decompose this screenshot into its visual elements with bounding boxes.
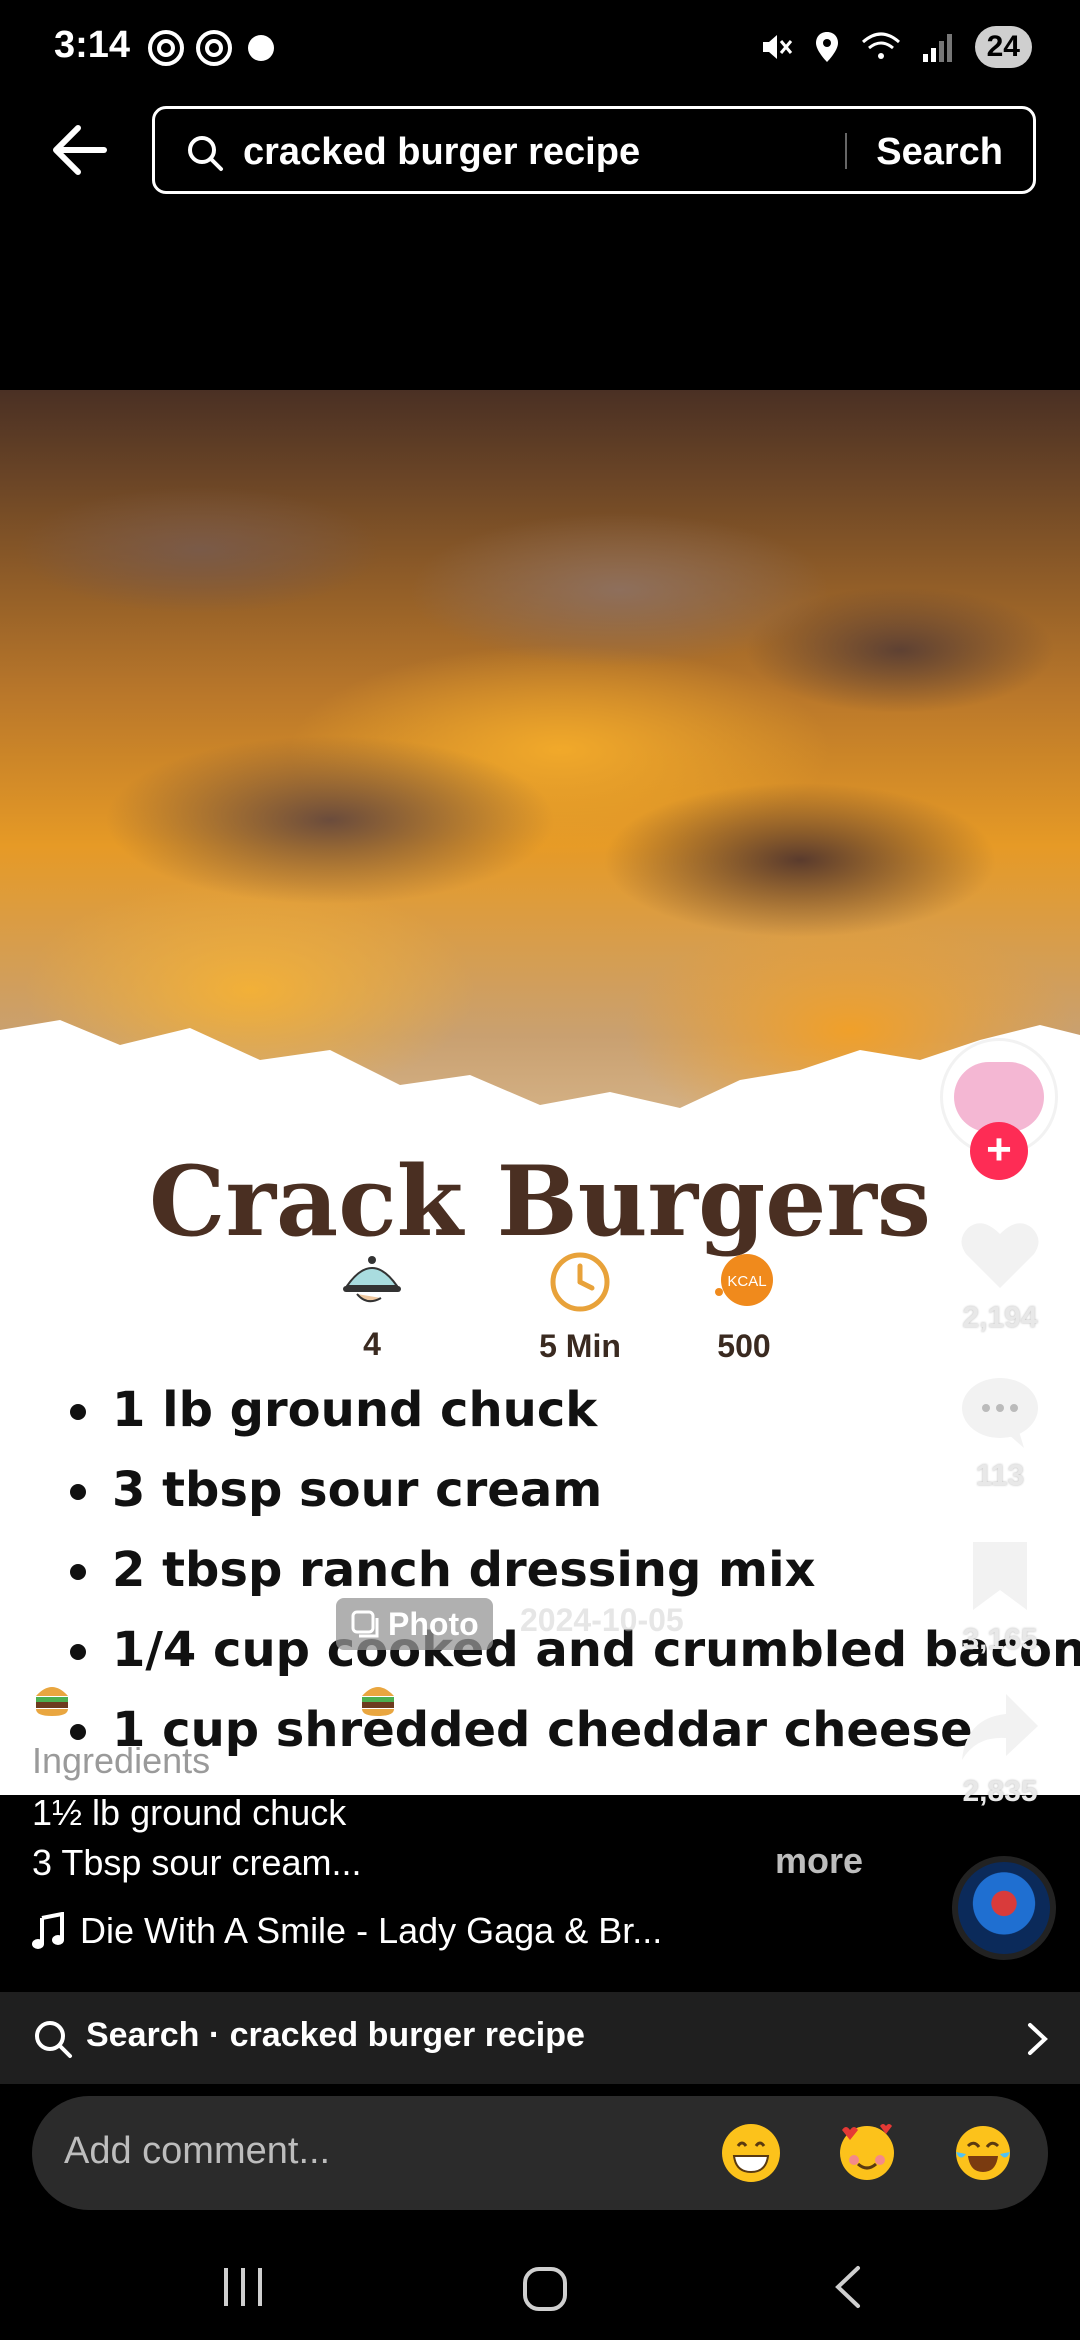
share-arrow-icon [962, 1694, 1038, 1760]
clock-icon [550, 1252, 610, 1312]
share-count: 2,835 [962, 1775, 1038, 1808]
search-input[interactable]: cracked burger recipe [243, 131, 640, 174]
music-title: Die With A Smile - Lady Gaga & Br... [80, 1910, 663, 1951]
search-icon [188, 136, 223, 171]
comment-button[interactable]: 113 [950, 1374, 1050, 1493]
caption-more-link[interactable]: more [775, 1840, 863, 1882]
time-value: 5 Min [539, 1328, 621, 1364]
signal-icon [922, 34, 952, 62]
related-search-bar[interactable]: Search · cracked burger recipe [0, 1992, 1080, 2084]
servings-stat: 4 [322, 1250, 422, 1363]
status-bar: 3:14 24 [0, 0, 1080, 100]
chevron-right-icon [1028, 2023, 1048, 2055]
recent-apps-icon[interactable] [220, 2266, 266, 2308]
post-date: 2024-10-05 [520, 1602, 684, 1638]
status-time: 3:14 [54, 24, 131, 66]
wifi-icon [861, 32, 900, 59]
search-icon [35, 2021, 72, 2058]
music-row[interactable]: Die With A Smile - Lady Gaga & Br... [32, 1910, 662, 1952]
cloche-icon [343, 1256, 401, 1303]
back-nav-icon[interactable] [830, 2264, 864, 2310]
save-count: 3,165 [962, 1623, 1038, 1656]
ingredients-list: 1 lb ground chuck 3 tbsp sour cream 2 tb… [60, 1380, 1080, 1780]
caption-line: 3 Tbsp sour cream... [32, 1842, 362, 1883]
kcal-icon-label: KCAL [727, 1273, 766, 1290]
search-box[interactable]: cracked burger recipe Search [152, 106, 1036, 194]
photo-badge-label: Photo [388, 1605, 479, 1642]
comment-count: 113 [975, 1459, 1025, 1492]
follow-button[interactable]: + [970, 1122, 1028, 1180]
caption-line: 1½ lb ground chuck [32, 1792, 347, 1833]
ingredient-item: 1 lb ground chuck [60, 1380, 1080, 1460]
ingredient-item: 1 cup shredded cheddar cheese [60, 1700, 1080, 1780]
recipe-title: Crack Burgers [149, 1145, 931, 1258]
kcal-icon: KCAL [715, 1254, 773, 1306]
heart-icon [961, 1223, 1039, 1288]
servings-value: 4 [363, 1326, 381, 1362]
search-divider [845, 133, 847, 169]
comment-input-bar[interactable]: Add comment... [32, 2096, 1048, 2210]
notification-dot-icon [248, 35, 274, 61]
related-search-label: Search · cracked burger recipe [86, 2016, 585, 2054]
comment-bubble-icon [962, 1378, 1038, 1448]
like-count: 2,194 [962, 1301, 1038, 1334]
system-nav-bar [0, 2230, 1080, 2340]
comment-input[interactable]: Add comment... [64, 2130, 330, 2173]
system-icons: 24 [759, 26, 1032, 68]
ingredient-item: 3 tbsp sour cream [60, 1460, 1080, 1540]
threads-icon [196, 30, 232, 66]
photo-badge: Photo [336, 1598, 493, 1650]
search-button[interactable]: Search [876, 131, 1003, 174]
burger-emoji-icon [362, 1687, 394, 1716]
tears-of-joy-emoji-icon[interactable] [952, 2122, 1014, 2184]
bookmark-icon [973, 1542, 1027, 1610]
save-button[interactable]: 3,165 [950, 1538, 1050, 1657]
post-photo[interactable]: Crack Burgers 4 5 Min KCAL 500 1 lb grou… [0, 390, 1080, 1795]
calories-stat: KCAL 500 [694, 1250, 794, 1365]
music-disc[interactable] [952, 1856, 1056, 1960]
like-button[interactable]: 2,194 [950, 1216, 1050, 1335]
home-icon[interactable] [522, 2266, 568, 2312]
photo-icon [351, 1610, 379, 1638]
burger-emoji-icon [36, 1687, 68, 1716]
location-icon [815, 32, 838, 62]
music-note-icon [32, 1912, 64, 1949]
threads-icon [148, 30, 184, 66]
share-button[interactable]: 2,835 [950, 1690, 1050, 1809]
caption-heading: Ingredients [32, 1740, 211, 1781]
grinning-emoji-icon[interactable] [720, 2122, 782, 2184]
calories-value: 500 [717, 1328, 771, 1364]
battery-indicator: 24 [974, 26, 1032, 68]
back-arrow-icon[interactable] [48, 118, 112, 182]
time-stat: 5 Min [530, 1250, 630, 1365]
notification-icons [146, 28, 274, 68]
smiling-hearts-emoji-icon[interactable] [836, 2122, 898, 2184]
mute-icon [762, 35, 792, 59]
